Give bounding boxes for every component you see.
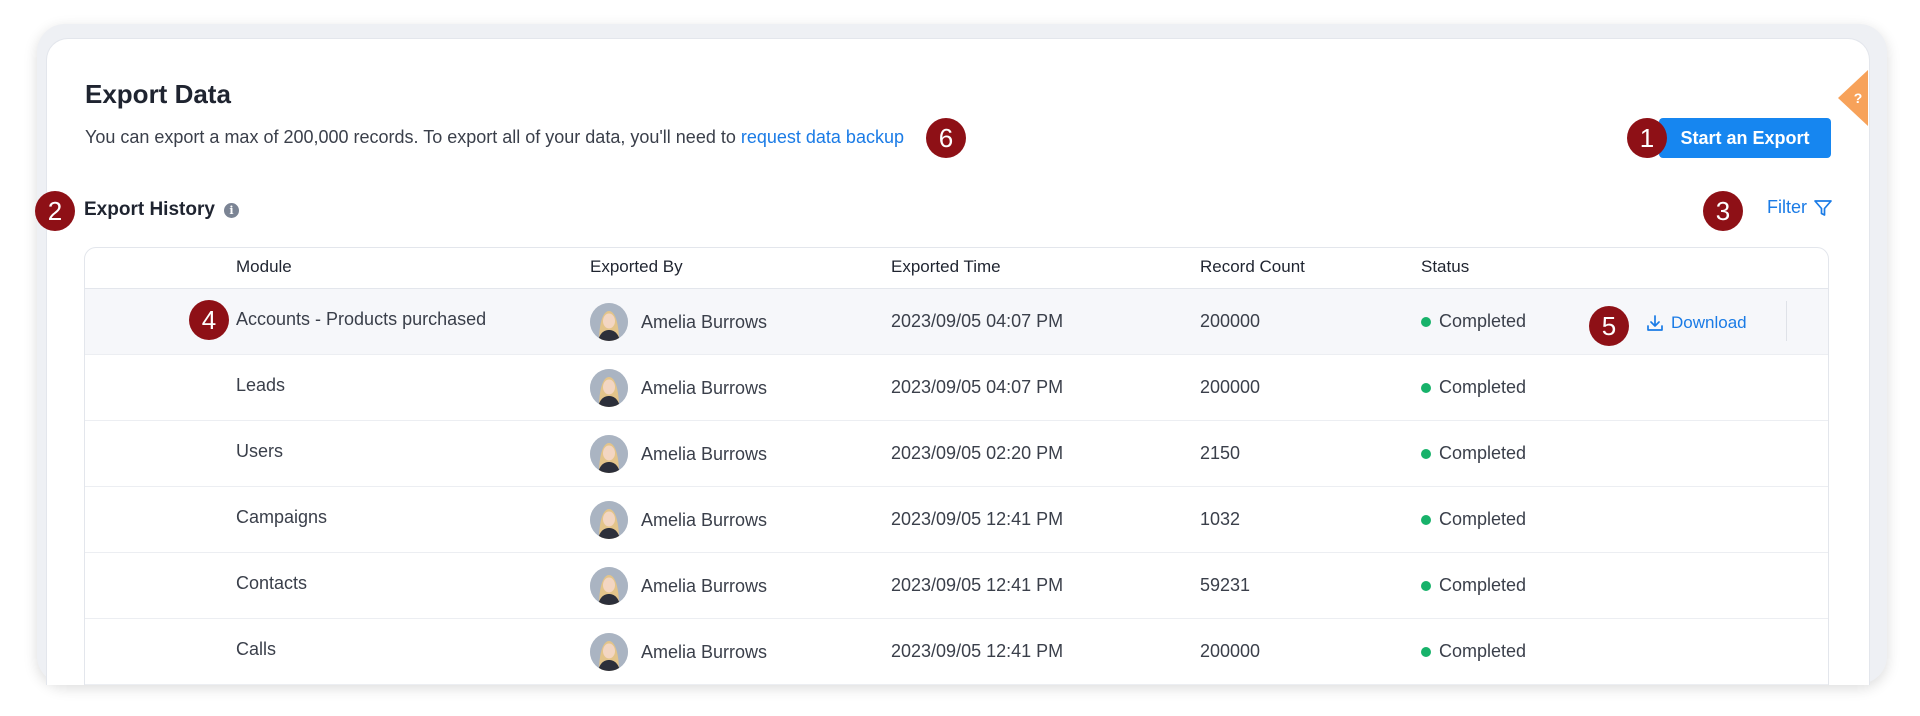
- status-dot-icon: [1421, 580, 1431, 591]
- status-label: Completed: [1439, 311, 1527, 331]
- user-avatar: [590, 303, 628, 341]
- user-name: Amelia Burrows: [641, 575, 768, 596]
- status-cell: Completed: [1421, 443, 1526, 464]
- status-label: Completed: [1439, 377, 1527, 397]
- column-header-exported-by: Exported By: [590, 257, 683, 276]
- status-label: Completed: [1439, 575, 1527, 595]
- exported-by-cell: Amelia Burrows: [590, 303, 767, 341]
- status-cell: Completed: [1421, 311, 1526, 332]
- download-button[interactable]: Download: [1645, 313, 1747, 333]
- column-header-status: Status: [1421, 257, 1470, 276]
- status-label: Completed: [1439, 641, 1527, 661]
- record-count-cell: 200000: [1200, 311, 1261, 331]
- module-cell: Users: [236, 441, 284, 461]
- info-icon[interactable]: i: [223, 202, 239, 218]
- user-name: Amelia Burrows: [641, 377, 768, 398]
- user-name: Amelia Burrows: [641, 641, 768, 662]
- record-count-cell: 200000: [1200, 641, 1261, 661]
- module-cell: Campaigns: [236, 507, 328, 527]
- status-dot-icon: [1421, 316, 1431, 327]
- export-history-heading: Export History i: [84, 199, 239, 221]
- status-label: Completed: [1439, 443, 1527, 463]
- screen: Export Data You can export a max of 200,…: [0, 0, 1920, 716]
- table-row[interactable]: Leads Amelia Burrows 2023/09/05 04:07 PM…: [85, 355, 1828, 421]
- user-name: Amelia Burrows: [641, 311, 768, 332]
- table-row[interactable]: Accounts - Products purchased Amelia Bur…: [85, 289, 1828, 355]
- description-text: You can export a max of 200,000 records.…: [85, 127, 741, 147]
- exported-by-cell: Amelia Burrows: [590, 633, 767, 671]
- annotation-badge-3: 3: [1703, 191, 1743, 231]
- status-cell: Completed: [1421, 575, 1526, 596]
- user-avatar: [590, 435, 628, 473]
- exported-by-cell: Amelia Burrows: [590, 435, 767, 473]
- exported-by-cell: Amelia Burrows: [590, 501, 767, 539]
- exported-by-cell: Amelia Burrows: [590, 369, 767, 407]
- status-dot-icon: [1421, 646, 1431, 657]
- table-header: Module Exported By Exported Time Record …: [85, 248, 1828, 289]
- start-export-button[interactable]: Start an Export: [1659, 118, 1831, 158]
- exported-time-cell: 2023/09/05 04:07 PM: [891, 377, 1064, 397]
- annotation-badge-1: 1: [1627, 118, 1667, 158]
- page-title: Export Data: [85, 79, 231, 109]
- download-icon: [1647, 315, 1663, 331]
- record-count-cell: 2150: [1200, 443, 1241, 463]
- filter-icon: [1814, 199, 1832, 216]
- record-count-cell: 1032: [1200, 509, 1241, 529]
- annotation-badge-6: 6: [926, 118, 966, 158]
- export-history-title: Export History: [84, 199, 215, 220]
- export-description: You can export a max of 200,000 records.…: [85, 127, 904, 148]
- row-action-divider: [1786, 301, 1787, 341]
- exported-time-cell: 2023/09/05 12:41 PM: [891, 575, 1064, 595]
- record-count-cell: 200000: [1200, 377, 1261, 397]
- status-cell: Completed: [1421, 377, 1526, 398]
- download-label: Download: [1671, 313, 1747, 332]
- module-cell: Accounts - Products purchased: [236, 309, 487, 329]
- user-avatar: [590, 633, 628, 671]
- module-cell: Leads: [236, 375, 286, 395]
- column-header-exported-time: Exported Time: [891, 257, 1001, 276]
- exported-time-cell: 2023/09/05 04:07 PM: [891, 311, 1064, 331]
- exported-time-cell: 2023/09/05 12:41 PM: [891, 509, 1064, 529]
- user-name: Amelia Burrows: [641, 443, 768, 464]
- module-cell: Calls: [236, 639, 277, 659]
- column-header-module: Module: [236, 257, 292, 276]
- table-row[interactable]: Contacts Amelia Burrows 2023/09/05 12:41…: [85, 553, 1828, 619]
- export-history-table: Module Exported By Exported Time Record …: [84, 247, 1829, 685]
- status-label: Completed: [1439, 509, 1527, 529]
- help-question-icon: ?: [1854, 90, 1863, 106]
- table-row[interactable]: Calls Amelia Burrows 2023/09/05 12:41 PM…: [85, 619, 1828, 685]
- user-avatar: [590, 567, 628, 605]
- status-cell: Completed: [1421, 641, 1526, 662]
- module-cell: Contacts: [236, 573, 308, 593]
- exported-by-cell: Amelia Burrows: [590, 567, 767, 605]
- annotation-badge-5: 5: [1589, 306, 1629, 346]
- status-dot-icon: [1421, 514, 1431, 525]
- status-dot-icon: [1421, 448, 1431, 459]
- request-data-backup-link[interactable]: request data backup: [741, 127, 904, 147]
- status-cell: Completed: [1421, 509, 1526, 530]
- exported-time-cell: 2023/09/05 12:41 PM: [891, 641, 1064, 661]
- exported-time-cell: 2023/09/05 02:20 PM: [891, 443, 1064, 463]
- table-row[interactable]: Campaigns Amelia Burrows 2023/09/05 12:4…: [85, 487, 1828, 553]
- help-tab[interactable]: ?: [1836, 70, 1868, 126]
- annotation-badge-2: 2: [35, 191, 75, 231]
- user-name: Amelia Burrows: [641, 509, 768, 530]
- record-count-cell: 59231: [1200, 575, 1251, 595]
- filter-button[interactable]: Filter: [1767, 197, 1833, 218]
- table-row[interactable]: Users Amelia Burrows 2023/09/05 02:20 PM…: [85, 421, 1828, 487]
- annotation-badge-4: 4: [189, 300, 229, 340]
- status-dot-icon: [1421, 382, 1431, 393]
- user-avatar: [590, 369, 628, 407]
- user-avatar: [590, 501, 628, 539]
- column-header-record-count: Record Count: [1200, 257, 1305, 276]
- filter-label: Filter: [1767, 197, 1807, 217]
